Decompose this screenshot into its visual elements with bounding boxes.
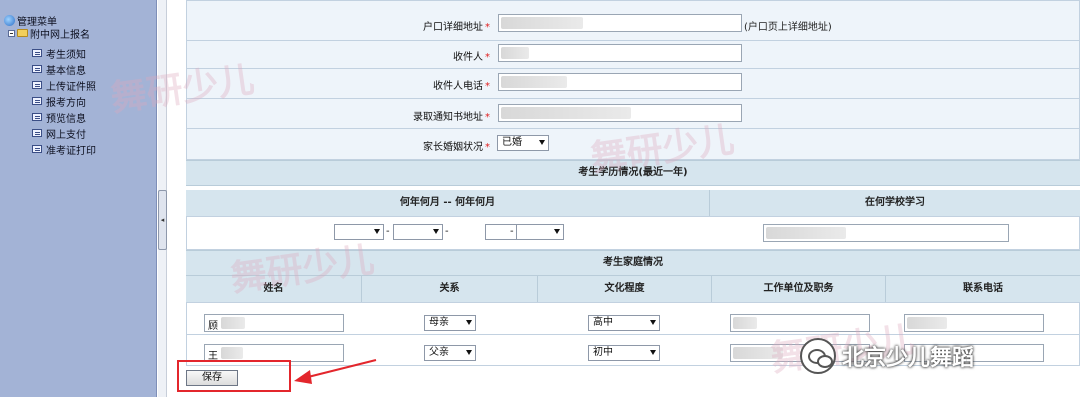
redacted-value <box>221 317 245 329</box>
column-employer: 工作单位及职务 <box>712 276 886 302</box>
sidebar-item-label: 基本信息 <box>46 65 86 77</box>
required-mark: * <box>485 142 490 153</box>
redacted-value <box>501 47 529 59</box>
app-window: 管理菜单 附中网上报名 考生须知 基本信息 上传证件照 报考方向 预览信息 网上… <box>0 0 1080 397</box>
notice-address-label: 录取通知书地址 * <box>170 108 490 123</box>
sidebar-item-direction[interactable]: 报考方向 <box>32 94 86 109</box>
chevron-down-icon <box>433 229 439 234</box>
period-header: 何年何月 -- 何年何月 <box>186 190 710 216</box>
recipient-phone-input[interactable] <box>498 73 742 91</box>
divider <box>186 334 1080 335</box>
date-dash: - <box>510 226 514 237</box>
family-name-input[interactable]: 顾 <box>204 314 344 332</box>
sidebar-item-label: 准考证打印 <box>46 145 96 157</box>
relation-select[interactable]: 母亲 <box>424 315 476 331</box>
chevron-down-icon <box>554 229 560 234</box>
family-name-value: 顾 <box>208 321 218 332</box>
divider <box>186 40 1080 41</box>
notice-address-label-text: 录取通知书地址 <box>413 112 483 123</box>
redacted-value <box>501 107 631 119</box>
chevron-down-icon <box>650 350 656 355</box>
marital-status-select[interactable]: 已婚 <box>497 135 549 151</box>
address-label-text: 户口详细地址 <box>423 22 483 33</box>
main-form: 户口详细地址 * (户口页上详细地址) 收件人 * 收件人电话 * 录取通知书地址 * <box>108 0 1080 397</box>
document-icon <box>32 81 42 89</box>
divider <box>186 98 1080 99</box>
sidebar-item-label: 网上支付 <box>46 129 86 141</box>
redacted-value <box>733 317 757 329</box>
sidebar-item-preview[interactable]: 预览信息 <box>32 110 86 125</box>
sidebar-item-label: 考生须知 <box>46 49 86 61</box>
relation-select[interactable]: 父亲 <box>424 345 476 361</box>
marital-status-label-text: 家长婚姻状况 <box>423 142 483 153</box>
sidebar-menu: 管理菜单 附中网上报名 考生须知 基本信息 上传证件照 报考方向 预览信息 网上… <box>0 0 157 397</box>
document-icon <box>32 49 42 57</box>
wechat-watermark: 北京少儿舞蹈 <box>800 338 974 374</box>
wechat-icon <box>800 338 836 374</box>
sidebar-item-payment[interactable]: 网上支付 <box>32 126 86 141</box>
relation-value: 父亲 <box>429 347 449 358</box>
redacted-value <box>907 317 947 329</box>
required-mark: * <box>485 81 490 92</box>
document-icon <box>32 113 42 121</box>
document-icon <box>32 65 42 73</box>
relation-value: 母亲 <box>429 317 449 328</box>
recipient-label-text: 收件人 <box>453 52 483 63</box>
menu-icon <box>4 14 15 26</box>
redacted-value <box>766 227 846 239</box>
sidebar-item-label: 报考方向 <box>46 97 86 109</box>
address-label: 户口详细地址 * <box>170 18 490 33</box>
chevron-down-icon <box>374 229 380 234</box>
recipient-phone-label-text: 收件人电话 <box>433 81 483 92</box>
collapse-sidebar-button[interactable]: ◂ <box>158 190 167 250</box>
collapse-icon[interactable] <box>8 29 15 37</box>
phone-input[interactable] <box>904 314 1044 332</box>
column-relation: 关系 <box>362 276 538 302</box>
sidebar-item-notice[interactable]: 考生须知 <box>32 46 86 61</box>
recipient-input[interactable] <box>498 44 742 62</box>
folder-label: 附中网上报名 <box>30 29 90 41</box>
date-dash: - <box>445 226 449 237</box>
sidebar-item-label: 上传证件照 <box>46 81 96 93</box>
education-level-select[interactable]: 初中 <box>588 345 660 361</box>
wechat-account-name: 北京少儿舞蹈 <box>842 346 975 371</box>
sidebar-item-admission-ticket[interactable]: 准考证打印 <box>32 142 96 157</box>
annotation-arrow-icon <box>294 359 377 384</box>
education-level-value: 高中 <box>593 317 613 328</box>
folder-icon <box>17 29 28 37</box>
address-hint: (户口页上详细地址) <box>744 22 832 33</box>
chevron-down-icon <box>539 140 545 145</box>
redacted-value <box>501 76 567 88</box>
sidebar-item-basic-info[interactable]: 基本信息 <box>32 62 86 77</box>
date-dash: - <box>386 226 390 237</box>
marital-status-label: 家长婚姻状况 * <box>170 138 490 153</box>
chevron-down-icon <box>650 320 656 325</box>
redacted-value <box>501 17 583 29</box>
document-icon <box>32 145 42 153</box>
address-input[interactable] <box>498 14 742 32</box>
column-education: 文化程度 <box>538 276 712 302</box>
chevron-down-icon <box>466 350 472 355</box>
education-level-value: 初中 <box>593 347 613 358</box>
school-input[interactable] <box>763 224 1009 242</box>
document-icon <box>32 129 42 137</box>
required-mark: * <box>485 112 490 123</box>
end-month-select[interactable] <box>516 224 564 240</box>
menu-root[interactable]: 管理菜单 <box>4 14 57 28</box>
annotation-highlight-box <box>177 360 291 392</box>
column-phone: 联系电话 <box>886 276 1080 302</box>
required-mark: * <box>485 22 490 33</box>
sidebar-item-upload-photo[interactable]: 上传证件照 <box>32 78 96 93</box>
divider <box>186 68 1080 69</box>
document-icon <box>32 97 42 105</box>
start-month-select[interactable] <box>393 224 443 240</box>
chevron-down-icon <box>466 320 472 325</box>
sidebar-item-label: 预览信息 <box>46 113 86 125</box>
required-mark: * <box>485 52 490 63</box>
education-level-select[interactable]: 高中 <box>588 315 660 331</box>
school-header: 在何学校学习 <box>710 190 1080 216</box>
folder-node[interactable]: 附中网上报名 <box>8 27 90 41</box>
marital-status-value: 已婚 <box>502 137 522 148</box>
redacted-value <box>221 347 243 359</box>
